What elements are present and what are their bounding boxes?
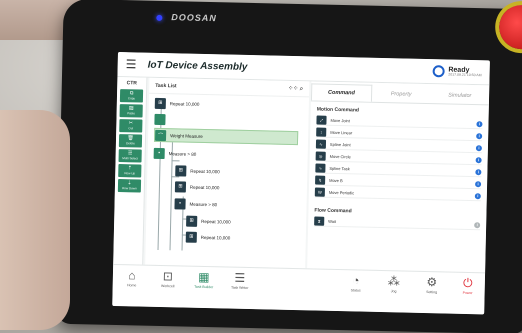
row-down-button[interactable]: ⇣ Row Down [117,179,142,193]
task-list-panel: Task List ⁘⁘ ⌕ ⊞ Repeat 10,000 ⌒ Weight … [145,77,310,269]
app-screen: ☰ IoT Device Assembly Ready 2017.08.21 1… [112,52,490,315]
power-icon: ⏻ [462,275,473,291]
nav-home[interactable]: ⌂ Home [117,268,147,288]
condition-icon: ▪ [174,197,186,210]
task-row[interactable]: ▪ Measure > 80 [174,196,302,213]
info-icon[interactable]: i [474,192,481,199]
copy-button[interactable]: ⧉ Copy [119,89,144,103]
move-b-icon: ↯ [315,175,326,185]
task-row[interactable]: ⊞ Repeat 10,000 [174,179,303,196]
cut-button[interactable]: ✂ Cut [119,119,143,133]
task-writer-icon: ☰ [234,270,246,285]
wait-icon: ⧗ [314,216,325,226]
repeat-icon: ⊞ [186,215,198,227]
move-periodic-icon: W [314,187,325,197]
multi-select-button[interactable]: ☰ Multi Select [118,149,142,163]
info-icon[interactable]: i [475,168,482,175]
info-icon[interactable]: i [475,180,482,187]
nav-workcell[interactable]: ⊡ Workcell [153,269,183,289]
operator-hand-left [0,110,70,330]
nav-setting[interactable]: ⚙ Setting [417,275,447,295]
nav-task-builder[interactable]: ▦ Task Builder [189,270,219,290]
row-up-button[interactable]: ⇡ Row Up [118,164,142,178]
spline-joint-icon: ∿ [315,139,327,149]
repeat-icon: ⊞ [154,97,166,109]
task-row[interactable]: ⊞ Repeat 10,000 [186,214,302,231]
info-icon[interactable]: i [474,221,481,228]
ctr-panel: CTR ⧉ Copy ▤ Paste ✂ Cut 🗑 Delete ☰ Multi Sel… [113,76,148,265]
status-date: 2017.08.21 10:50 AM [448,72,482,78]
command-panel: Command Property Simulator Motion Comman… [307,81,490,273]
repeat-icon: ⊞ [185,231,197,243]
robot-status: Ready 2017.08.21 10:50 AM [432,65,482,78]
weight-measure-icon: ⌒ [155,129,167,141]
move-circle-icon: ◎ [315,151,326,161]
repeat-icon: ⊞ [174,180,187,193]
task-row[interactable]: ⊞ Repeat 10,000 [154,96,305,113]
info-icon[interactable]: i [476,132,483,139]
bottom-nav-bar: ⌂ Home ⊡ Workcell ▦ Task Builder ☰ Task Writ… [112,263,486,315]
nav-jog[interactable]: ⁂ Jog [379,274,409,294]
info-icon[interactable]: i [475,156,482,163]
nav-task-writer[interactable]: ☰ Task Writer [225,270,255,290]
menu-icon[interactable]: ☰ [126,57,142,71]
spline-task-icon: ∿ [315,163,326,173]
step-icon [154,113,166,125]
jog-icon: ⁂ [387,274,401,289]
nav-status[interactable]: ◔ Status [341,273,371,293]
power-led [156,14,163,21]
search-icon[interactable]: ⌕ [300,86,304,92]
page-title: IoT Device Assembly [147,59,248,73]
status-icon: ◔ [352,273,360,288]
tab-simulator[interactable]: Simulator [430,92,489,104]
status-ring-icon [432,65,445,78]
delete-button[interactable]: 🗑 Delete [118,134,143,148]
move-joint-icon: ⤢ [316,115,327,125]
setting-icon: ⚙ [426,275,438,290]
info-icon[interactable]: i [476,120,483,127]
tab-property[interactable]: Property [372,91,431,103]
task-row[interactable]: ⊞ Repeat 10,000 [185,230,302,247]
expand-icon[interactable]: ⁘⁘ [288,85,298,91]
paste-button[interactable]: ▤ Paste [119,104,143,118]
brand-logo: DOOSAN [171,12,217,24]
task-row[interactable]: ⊞ Repeat 10,000 [175,163,303,180]
tab-command[interactable]: Command [310,83,372,102]
info-icon[interactable]: i [475,144,482,151]
task-builder-icon: ▦ [198,269,210,285]
emergency-stop-button[interactable] [498,4,522,50]
nav-power[interactable]: ⏻ Power [453,276,483,296]
workcell-icon: ⊡ [162,269,174,284]
repeat-icon: ⊞ [175,164,187,177]
task-list-header: Task List ⁘⁘ ⌕ [149,77,310,98]
home-icon: ⌂ [128,268,136,283]
task-row-selected[interactable]: ⌒ Weight Measure [153,127,299,146]
ctr-header: CTR [126,80,138,87]
move-linear-icon: ↕ [316,127,327,137]
condition-icon: ▪ [153,147,165,159]
task-row[interactable] [154,112,304,129]
